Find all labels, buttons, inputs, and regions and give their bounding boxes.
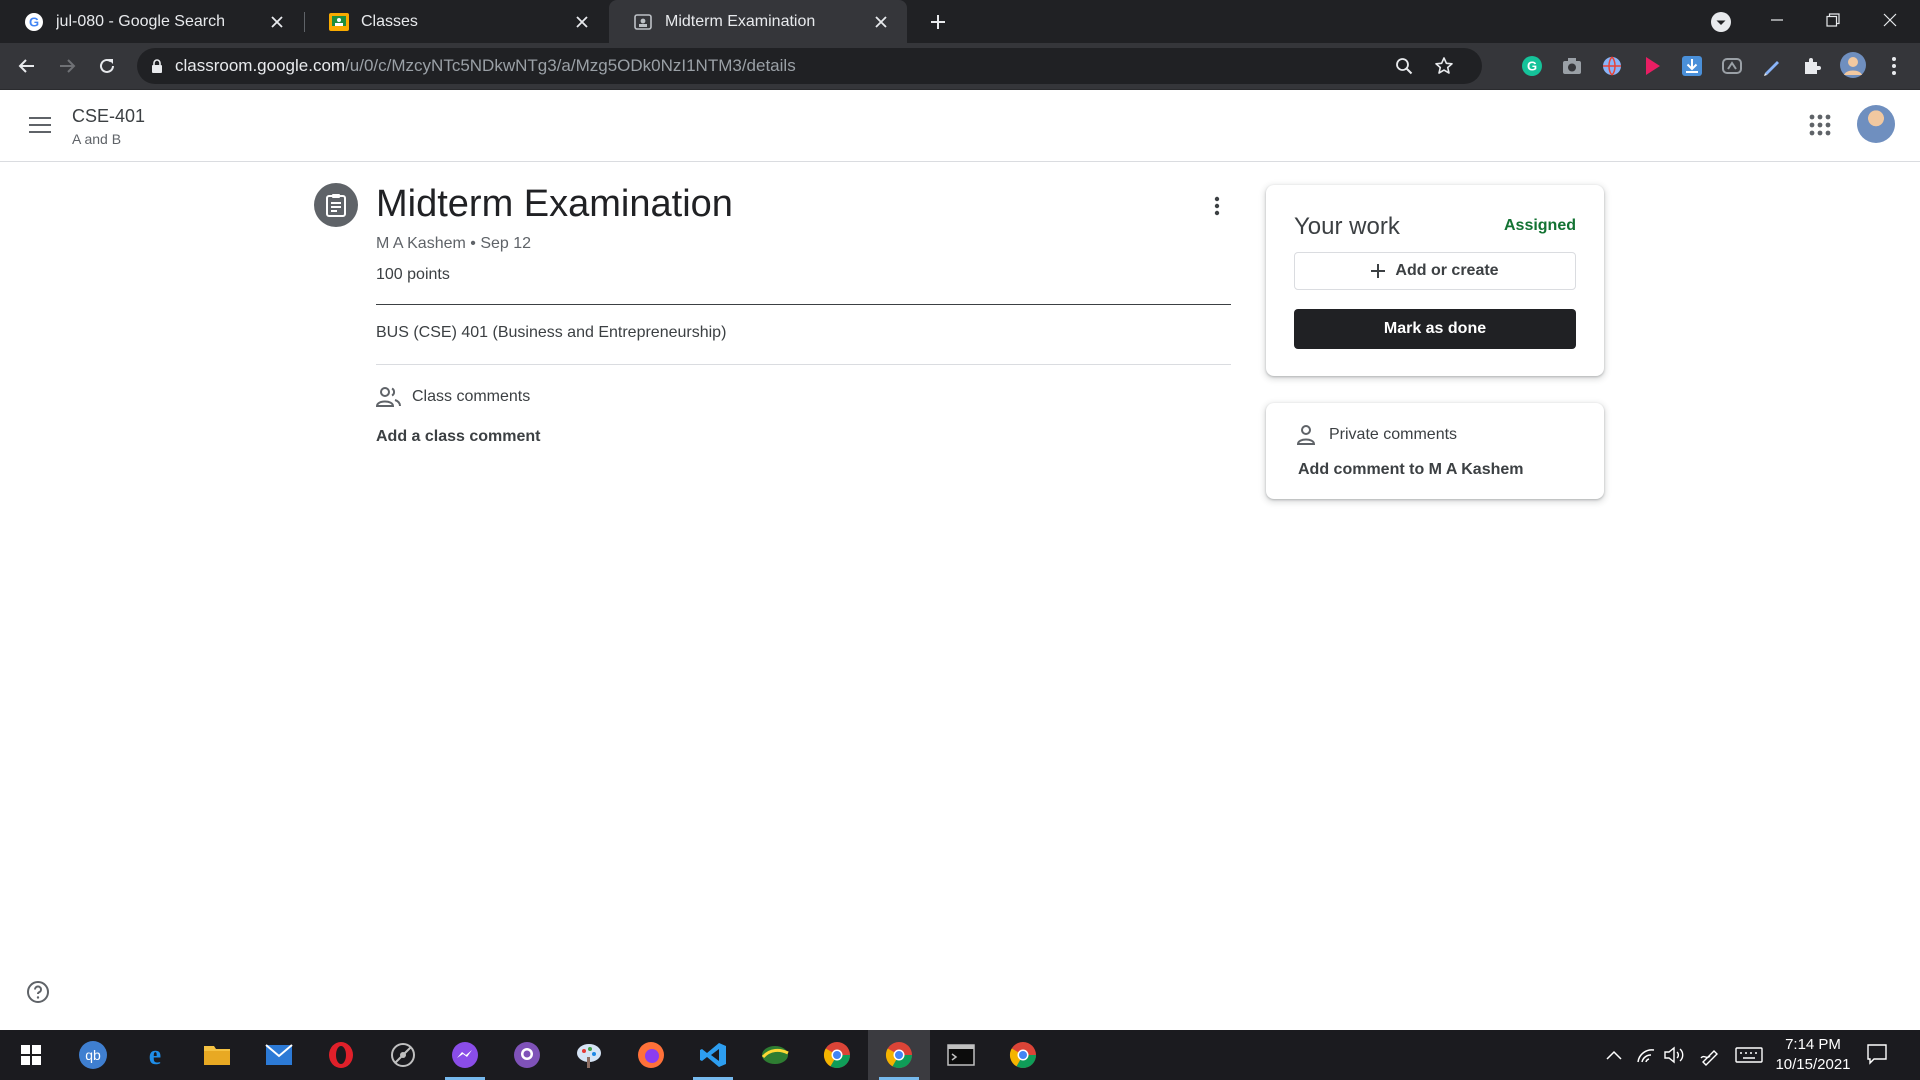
show-hidden-icons-chevron-icon[interactable] — [1602, 1043, 1626, 1067]
add-or-create-label: Add or create — [1395, 262, 1499, 279]
network-icon[interactable] — [1634, 1043, 1658, 1067]
plus-icon — [1371, 264, 1386, 278]
search-app-icon[interactable]: qb — [62, 1030, 124, 1080]
chrome-active-icon[interactable] — [868, 1030, 930, 1080]
pen-ink-icon[interactable] — [1698, 1043, 1722, 1067]
classroom-header: CSE-401 A and B — [0, 90, 1920, 162]
private-comments-card: Private comments Add comment to M A Kash… — [1266, 403, 1604, 499]
file-explorer-icon[interactable] — [186, 1030, 248, 1080]
tab-title: Midterm Examination — [665, 12, 816, 30]
download-extension-icon[interactable] — [1680, 54, 1704, 78]
tab-title: Classes — [361, 12, 418, 30]
pen-extension-icon[interactable] — [1760, 54, 1784, 78]
main-menu-icon[interactable] — [22, 107, 58, 143]
close-tab-icon[interactable] — [570, 10, 594, 34]
notifications-icon[interactable] — [1866, 1043, 1890, 1067]
extensions-puzzle-icon[interactable] — [1800, 54, 1824, 78]
windows-taskbar: qb e 7:14 PM 10/15/2021 — [0, 1030, 1920, 1080]
restore-window-icon[interactable] — [1805, 0, 1861, 40]
clock-time: 7:14 PM — [1785, 1036, 1841, 1053]
back-arrow-icon[interactable] — [12, 51, 42, 81]
clock-date: 10/15/2021 — [1775, 1056, 1851, 1073]
add-class-comment-link[interactable]: Add a class comment — [376, 428, 541, 446]
browser-tab-strip: G jul-080 - Google Search Classes Midter… — [0, 0, 1920, 43]
tab-google-search[interactable]: G jul-080 - Google Search — [0, 0, 303, 43]
assignment-title: Midterm Examination — [376, 183, 733, 225]
camera-extension-icon[interactable] — [1560, 54, 1584, 78]
zoom-icon[interactable] — [1392, 54, 1416, 78]
new-tab-button[interactable] — [924, 8, 952, 36]
eclipse-map-icon[interactable] — [744, 1030, 806, 1080]
forward-arrow-icon[interactable] — [52, 51, 82, 81]
edge-browser-icon[interactable]: e — [124, 1030, 186, 1080]
paint-app-icon[interactable] — [558, 1030, 620, 1080]
class-section: A and B — [72, 131, 122, 147]
opera-icon[interactable] — [310, 1030, 372, 1080]
person-icon — [1296, 424, 1316, 446]
minimize-window-icon[interactable] — [1749, 0, 1805, 40]
assignment-meta: M A Kashem • Sep 12 — [376, 235, 532, 252]
assignment-page-icon — [633, 12, 653, 32]
url-text: classroom.google.com/u/0/c/MzcyNTc5NDkwN… — [175, 56, 796, 76]
globe-extension-icon[interactable] — [1600, 54, 1624, 78]
title-divider — [376, 304, 1231, 305]
add-private-comment-link[interactable]: Add comment to M A Kashem — [1298, 461, 1524, 479]
github-desktop-icon[interactable] — [496, 1030, 558, 1080]
close-tab-icon[interactable] — [265, 10, 289, 34]
svg-text:G: G — [29, 14, 39, 29]
svg-text:e: e — [149, 1041, 161, 1069]
firefox-icon[interactable] — [620, 1030, 682, 1080]
status-badge: Assigned — [1503, 217, 1576, 234]
mail-icon[interactable] — [248, 1030, 310, 1080]
class-comments-label: Class comments — [412, 388, 531, 405]
tab-search-icon[interactable] — [1709, 10, 1733, 34]
classroom-icon — [329, 12, 349, 32]
google-icon: G — [24, 12, 44, 32]
satellite-app-icon[interactable] — [372, 1030, 434, 1080]
class-name[interactable]: CSE-401 — [72, 106, 145, 127]
messenger-icon[interactable] — [434, 1030, 496, 1080]
tab-title: jul-080 - Google Search — [56, 12, 225, 30]
more-options-icon[interactable] — [1203, 192, 1231, 220]
assignment-description: BUS (CSE) 401 (Business and Entrepreneur… — [376, 324, 727, 341]
description-divider — [376, 364, 1231, 365]
windows-start-icon[interactable] — [0, 1030, 62, 1080]
browser-toolbar: classroom.google.com/u/0/c/MzcyNTc5NDkwN… — [0, 43, 1920, 90]
chrome-profile-2-icon[interactable] — [992, 1030, 1054, 1080]
your-work-title: Your work — [1294, 213, 1400, 240]
add-or-create-button[interactable]: Add or create — [1294, 252, 1576, 290]
close-tab-icon[interactable] — [869, 10, 893, 34]
assignment-icon — [314, 183, 358, 227]
svg-text:G: G — [1527, 59, 1537, 74]
reload-icon[interactable] — [92, 51, 122, 81]
account-avatar[interactable] — [1857, 105, 1895, 143]
bookmark-star-icon[interactable] — [1432, 54, 1456, 78]
chrome-profile-1-icon[interactable] — [806, 1030, 868, 1080]
svg-text:qb: qb — [85, 1047, 101, 1063]
volume-icon[interactable] — [1662, 1043, 1686, 1067]
play-extension-icon[interactable] — [1640, 54, 1664, 78]
close-window-icon[interactable] — [1862, 0, 1918, 40]
mark-as-done-button[interactable]: Mark as done — [1294, 309, 1576, 349]
your-work-card: Your work Assigned Add or create Mark as… — [1266, 185, 1604, 376]
assignment-points: 100 points — [376, 266, 450, 283]
people-icon — [375, 386, 402, 408]
terminal-icon[interactable] — [930, 1030, 992, 1080]
google-apps-icon[interactable] — [1806, 111, 1834, 139]
chrome-menu-icon[interactable] — [1882, 54, 1906, 78]
tab-classes[interactable]: Classes — [305, 0, 608, 43]
keyboard-icon[interactable] — [1734, 1043, 1764, 1067]
tab-midterm-examination[interactable]: Midterm Examination — [609, 0, 907, 43]
private-comments-label: Private comments — [1329, 426, 1458, 443]
url-path: /u/0/c/MzcyNTc5NDkwNTg3/a/Mzg5ODk0NzI1NT… — [345, 56, 796, 75]
address-bar[interactable]: classroom.google.com/u/0/c/MzcyNTc5NDkwN… — [137, 48, 1482, 84]
system-clock[interactable]: 7:14 PM 10/15/2021 — [1768, 1035, 1858, 1075]
url-host: classroom.google.com — [175, 56, 346, 75]
screen-extension-icon[interactable] — [1720, 54, 1744, 78]
grammarly-extension-icon[interactable]: G — [1520, 54, 1544, 78]
help-icon[interactable] — [26, 980, 50, 1004]
profile-avatar[interactable] — [1838, 50, 1868, 80]
vscode-icon[interactable] — [682, 1030, 744, 1080]
lock-icon[interactable] — [151, 58, 165, 74]
